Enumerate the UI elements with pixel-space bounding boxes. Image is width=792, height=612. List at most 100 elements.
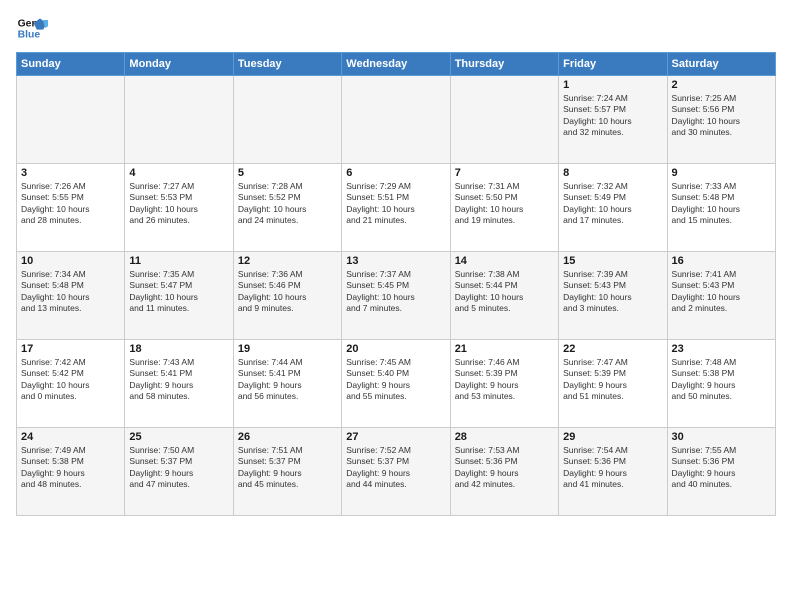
- calendar-cell: 20 Sunrise: 7:45 AM Sunset: 5:40 PM Dayli…: [342, 340, 450, 428]
- day-info: Sunrise: 7:29 AM Sunset: 5:51 PM Dayligh…: [346, 181, 445, 227]
- day-number: 10: [21, 255, 120, 267]
- day-number: 11: [129, 255, 228, 267]
- calendar-cell: 26Sunrise: 7:51 AM Sunset: 5:37 PM Dayli…: [233, 428, 341, 516]
- calendar-cell: 6Sunrise: 7:29 AM Sunset: 5:51 PM Daylig…: [342, 164, 450, 252]
- calendar-cell: 9 Sunrise: 7:33 AM Sunset: 5:48 PM Daylig…: [667, 164, 775, 252]
- logo: General Blue: [16, 12, 52, 44]
- day-info: Sunrise: 7:55 AM Sunset: 5:36 PM Dayligh…: [672, 445, 771, 491]
- day-number: 20: [346, 343, 445, 355]
- svg-text:Blue: Blue: [18, 30, 41, 41]
- calendar-table: SundayMondayTuesdayWednesdayThursdayFrid…: [16, 52, 776, 516]
- day-info: Sunrise: 7:38 AM Sunset: 5:44 PM Dayligh…: [455, 269, 554, 315]
- day-number: 27: [346, 431, 445, 443]
- header-friday: Friday: [559, 53, 667, 76]
- calendar-cell: 23Sunrise: 7:48 AM Sunset: 5:38 PM Dayli…: [667, 340, 775, 428]
- day-info: Sunrise: 7:32 AM Sunset: 5:49 PM Dayligh…: [563, 181, 662, 227]
- logo-icon: General Blue: [16, 12, 48, 44]
- day-number: 12: [238, 255, 337, 267]
- day-info: Sunrise: 7:43 AM Sunset: 5:41 PM Dayligh…: [129, 357, 228, 403]
- day-number: 8: [563, 167, 662, 179]
- day-info: Sunrise: 7:51 AM Sunset: 5:37 PM Dayligh…: [238, 445, 337, 491]
- header-thursday: Thursday: [450, 53, 558, 76]
- day-info: Sunrise: 7:34 AM Sunset: 5:48 PM Dayligh…: [21, 269, 120, 315]
- calendar-cell: 5Sunrise: 7:28 AM Sunset: 5:52 PM Daylig…: [233, 164, 341, 252]
- calendar-cell: 14 Sunrise: 7:38 AM Sunset: 5:44 PM Dayli…: [450, 252, 558, 340]
- day-info: Sunrise: 7:50 AM Sunset: 5:37 PM Dayligh…: [129, 445, 228, 491]
- day-number: 9: [672, 167, 771, 179]
- day-number: 4: [129, 167, 228, 179]
- header: General Blue: [16, 12, 776, 44]
- calendar-cell: 29 Sunrise: 7:54 AM Sunset: 5:36 PM Dayli…: [559, 428, 667, 516]
- day-number: 13: [346, 255, 445, 267]
- day-info: Sunrise: 7:47 AM Sunset: 5:39 PM Dayligh…: [563, 357, 662, 403]
- day-info: Sunrise: 7:39 AM Sunset: 5:43 PM Dayligh…: [563, 269, 662, 315]
- calendar-cell: 4 Sunrise: 7:27 AM Sunset: 5:53 PM Daylig…: [125, 164, 233, 252]
- calendar-cell: 13 Sunrise: 7:37 AM Sunset: 5:45 PM Dayli…: [342, 252, 450, 340]
- calendar-cell: 1 Sunrise: 7:24 AM Sunset: 5:57 PM Daylig…: [559, 76, 667, 164]
- calendar-cell: 22 Sunrise: 7:47 AM Sunset: 5:39 PM Dayli…: [559, 340, 667, 428]
- day-info: Sunrise: 7:24 AM Sunset: 5:57 PM Dayligh…: [563, 93, 662, 139]
- day-number: 19: [238, 343, 337, 355]
- day-number: 18: [129, 343, 228, 355]
- day-info: Sunrise: 7:46 AM Sunset: 5:39 PM Dayligh…: [455, 357, 554, 403]
- day-info: Sunrise: 7:37 AM Sunset: 5:45 PM Dayligh…: [346, 269, 445, 315]
- calendar-cell: 28Sunrise: 7:53 AM Sunset: 5:36 PM Dayli…: [450, 428, 558, 516]
- day-number: 1: [563, 79, 662, 91]
- day-info: Sunrise: 7:25 AM Sunset: 5:56 PM Dayligh…: [672, 93, 771, 139]
- day-info: Sunrise: 7:45 AM Sunset: 5:40 PM Dayligh…: [346, 357, 445, 403]
- day-number: 22: [563, 343, 662, 355]
- day-info: Sunrise: 7:52 AM Sunset: 5:37 PM Dayligh…: [346, 445, 445, 491]
- day-number: 28: [455, 431, 554, 443]
- calendar-body: 1 Sunrise: 7:24 AM Sunset: 5:57 PM Daylig…: [17, 76, 776, 516]
- day-number: 25: [129, 431, 228, 443]
- header-monday: Monday: [125, 53, 233, 76]
- header-sunday: Sunday: [17, 53, 125, 76]
- calendar-cell: [233, 76, 341, 164]
- calendar-cell: 18 Sunrise: 7:43 AM Sunset: 5:41 PM Dayli…: [125, 340, 233, 428]
- day-number: 14: [455, 255, 554, 267]
- day-info: Sunrise: 7:36 AM Sunset: 5:46 PM Dayligh…: [238, 269, 337, 315]
- day-number: 30: [672, 431, 771, 443]
- day-number: 3: [21, 167, 120, 179]
- calendar-cell: 16 Sunrise: 7:41 AM Sunset: 5:43 PM Dayli…: [667, 252, 775, 340]
- day-info: Sunrise: 7:26 AM Sunset: 5:55 PM Dayligh…: [21, 181, 120, 227]
- day-info: Sunrise: 7:49 AM Sunset: 5:38 PM Dayligh…: [21, 445, 120, 491]
- calendar-cell: [342, 76, 450, 164]
- day-number: 16: [672, 255, 771, 267]
- day-number: 17: [21, 343, 120, 355]
- calendar-cell: 24 Sunrise: 7:49 AM Sunset: 5:38 PM Dayli…: [17, 428, 125, 516]
- day-info: Sunrise: 7:31 AM Sunset: 5:50 PM Dayligh…: [455, 181, 554, 227]
- calendar-cell: 10 Sunrise: 7:34 AM Sunset: 5:48 PM Dayli…: [17, 252, 125, 340]
- calendar-row-4: 24 Sunrise: 7:49 AM Sunset: 5:38 PM Dayli…: [17, 428, 776, 516]
- calendar-cell: 15 Sunrise: 7:39 AM Sunset: 5:43 PM Dayli…: [559, 252, 667, 340]
- calendar-cell: 25 Sunrise: 7:50 AM Sunset: 5:37 PM Dayli…: [125, 428, 233, 516]
- day-info: Sunrise: 7:41 AM Sunset: 5:43 PM Dayligh…: [672, 269, 771, 315]
- calendar-cell: 12 Sunrise: 7:36 AM Sunset: 5:46 PM Dayli…: [233, 252, 341, 340]
- calendar-cell: [450, 76, 558, 164]
- day-info: Sunrise: 7:44 AM Sunset: 5:41 PM Dayligh…: [238, 357, 337, 403]
- calendar-row-3: 17 Sunrise: 7:42 AM Sunset: 5:42 PM Dayli…: [17, 340, 776, 428]
- calendar-row-1: 3 Sunrise: 7:26 AM Sunset: 5:55 PM Daylig…: [17, 164, 776, 252]
- calendar-header: SundayMondayTuesdayWednesdayThursdayFrid…: [17, 53, 776, 76]
- day-number: 24: [21, 431, 120, 443]
- day-info: Sunrise: 7:42 AM Sunset: 5:42 PM Dayligh…: [21, 357, 120, 403]
- header-wednesday: Wednesday: [342, 53, 450, 76]
- day-info: Sunrise: 7:54 AM Sunset: 5:36 PM Dayligh…: [563, 445, 662, 491]
- header-row: SundayMondayTuesdayWednesdayThursdayFrid…: [17, 53, 776, 76]
- day-number: 7: [455, 167, 554, 179]
- header-tuesday: Tuesday: [233, 53, 341, 76]
- calendar-row-0: 1 Sunrise: 7:24 AM Sunset: 5:57 PM Daylig…: [17, 76, 776, 164]
- page: General Blue SundayMondayTuesdayWednesda…: [0, 0, 792, 612]
- day-number: 21: [455, 343, 554, 355]
- calendar-cell: 27 Sunrise: 7:52 AM Sunset: 5:37 PM Dayli…: [342, 428, 450, 516]
- day-number: 15: [563, 255, 662, 267]
- calendar-cell: 3 Sunrise: 7:26 AM Sunset: 5:55 PM Daylig…: [17, 164, 125, 252]
- day-number: 29: [563, 431, 662, 443]
- calendar-row-2: 10 Sunrise: 7:34 AM Sunset: 5:48 PM Dayli…: [17, 252, 776, 340]
- day-info: Sunrise: 7:33 AM Sunset: 5:48 PM Dayligh…: [672, 181, 771, 227]
- day-number: 2: [672, 79, 771, 91]
- day-info: Sunrise: 7:27 AM Sunset: 5:53 PM Dayligh…: [129, 181, 228, 227]
- calendar-cell: [17, 76, 125, 164]
- day-info: Sunrise: 7:28 AM Sunset: 5:52 PM Dayligh…: [238, 181, 337, 227]
- calendar-cell: 17 Sunrise: 7:42 AM Sunset: 5:42 PM Dayli…: [17, 340, 125, 428]
